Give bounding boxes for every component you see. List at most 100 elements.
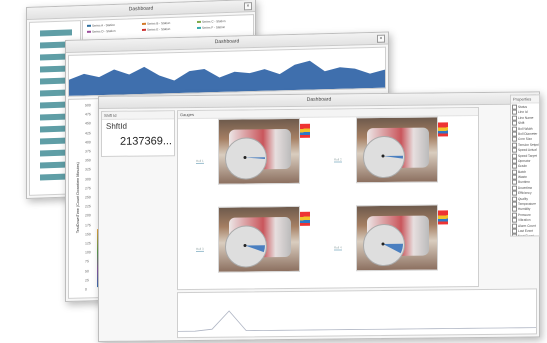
gauge-card[interactable] (218, 117, 300, 185)
sidebar-item-label: Next Event (518, 234, 534, 237)
gauge-card[interactable] (356, 204, 438, 272)
y-tick-label: 350 (85, 158, 91, 163)
checkbox-icon[interactable] (512, 131, 517, 137)
checkbox-icon[interactable] (512, 201, 517, 207)
checkbox-icon[interactable] (512, 120, 517, 126)
area-chart (69, 60, 385, 96)
legend-item: Series C - Station (197, 19, 226, 24)
trend-chart (178, 310, 536, 332)
close-icon[interactable]: × (244, 2, 252, 11)
legend-item: Series A - Station (87, 23, 115, 28)
checkbox-icon[interactable] (512, 153, 517, 159)
gauge-label: Roll 1 (196, 158, 204, 164)
sidebar-item-label: Batch (518, 169, 527, 174)
gauges-pane: Gauges Roll 1 Roll 2 Roll 3 Roll 4 (177, 107, 479, 291)
gauge-wedge (381, 154, 403, 159)
sidebar-item-label: Roll Width (518, 126, 533, 131)
shift-id-pane: Shift Id ShftId 2137369... (101, 110, 175, 157)
checkbox-icon[interactable] (512, 126, 517, 132)
y-tick-label: 325 (85, 167, 91, 172)
checkbox-icon[interactable] (512, 104, 517, 110)
sidebar-item-label: Speed Actual (518, 147, 537, 153)
y-tick-label: 50 (85, 268, 89, 274)
gauge-card[interactable] (218, 205, 300, 273)
sidebar-item-label: Status (518, 104, 528, 109)
y-tick-label: 400 (85, 140, 91, 145)
trend-pane (177, 288, 537, 339)
y-axis-label: TestDownTime (Count Downtime Minutes) (76, 162, 80, 234)
legend-label: Series F - Station (202, 25, 226, 30)
checkbox-icon[interactable] (512, 163, 517, 169)
checkbox-icon[interactable] (512, 207, 517, 213)
checkbox-icon[interactable] (512, 217, 517, 223)
legend-swatch (197, 27, 201, 30)
sidebar-item[interactable]: Next Event (512, 233, 538, 237)
gauge-wedge (243, 243, 265, 253)
sidebar-item-label: Vibration (518, 218, 531, 223)
checkbox-icon[interactable] (512, 223, 517, 229)
y-tick-label: 300 (85, 176, 91, 182)
sidebar-item-label: Operator (518, 158, 531, 163)
legend-label: Series D - Station (92, 28, 116, 34)
legend-item: Series E - Station (142, 27, 170, 32)
gauge-center (243, 243, 247, 247)
front-dashboard-window: Dashboard × Shift Id ShftId 2137369... G… (98, 91, 540, 342)
checkbox-icon[interactable] (512, 158, 517, 164)
checkbox-icon[interactable] (512, 212, 517, 218)
sidebar-item-label: Grade (518, 164, 527, 169)
gauge-wedge (243, 155, 265, 159)
gauge-label: Roll 2 (334, 157, 342, 163)
checkbox-icon[interactable] (512, 228, 517, 234)
trend-series (178, 310, 536, 332)
checkbox-icon[interactable] (512, 147, 517, 153)
checkbox-icon[interactable] (512, 180, 517, 186)
legend-label: Series A - Station (92, 22, 116, 28)
sidebar-item-label: Downtime (518, 185, 533, 190)
y-tick-label: 75 (85, 259, 89, 264)
y-tick-label: 450 (85, 121, 91, 126)
checkbox-icon[interactable] (512, 169, 517, 175)
checkbox-icon[interactable] (512, 142, 517, 148)
sidebar-item-label: Tension Setpoint (518, 142, 540, 147)
bar (40, 29, 73, 37)
checkbox-icon[interactable] (512, 185, 517, 191)
shift-value: 2137369... (120, 135, 172, 148)
checkbox-icon[interactable] (512, 110, 517, 116)
y-tick-label: 100 (85, 250, 91, 255)
legend-swatch (142, 29, 146, 32)
legend-swatch (87, 24, 91, 28)
y-tick-label: 475 (85, 112, 91, 117)
y-tick-label: 500 (85, 103, 91, 108)
legend-label: Series E - Station (147, 26, 171, 32)
checkbox-icon[interactable] (512, 115, 517, 121)
checkbox-icon[interactable] (512, 190, 517, 196)
checkbox-icon[interactable] (512, 136, 517, 143)
gauge-fill (245, 245, 265, 253)
y-tick-label: 200 (85, 213, 91, 218)
gauge-center (243, 155, 247, 159)
legend-item: Series F - Station (197, 25, 225, 30)
gauge-card[interactable] (356, 116, 438, 184)
checkbox-icon[interactable] (512, 174, 517, 180)
shift-label: ShftId (106, 121, 127, 131)
sidebar-item-label: Line Name (518, 115, 534, 120)
middle-window-title: Dashboard (214, 38, 240, 46)
y-tick-label: 25 (85, 278, 89, 283)
gauge-label: Roll 4 (334, 245, 342, 251)
legend-label: Series B - Station (147, 20, 171, 26)
back-window-title: Dashboard (128, 5, 154, 13)
close-icon[interactable]: × (377, 34, 385, 43)
y-tick-label: 425 (85, 130, 91, 136)
y-tick-label: 175 (85, 222, 91, 228)
legend-label: Series C - Station (202, 19, 226, 24)
sidebar-item-label: Efficiency (518, 191, 532, 196)
sidebar-item-label: Humidity (518, 207, 531, 212)
sidebar-item-label: Speed Target (518, 153, 537, 158)
product-label-icon (300, 211, 310, 226)
checkbox-icon[interactable] (512, 233, 517, 237)
gauge-fill (245, 157, 265, 159)
checkbox-icon[interactable] (512, 196, 517, 202)
sidebar-item-label: Waste (518, 174, 527, 180)
y-tick-label: 150 (85, 232, 91, 237)
sidebar-item-label: Quality (518, 196, 528, 201)
